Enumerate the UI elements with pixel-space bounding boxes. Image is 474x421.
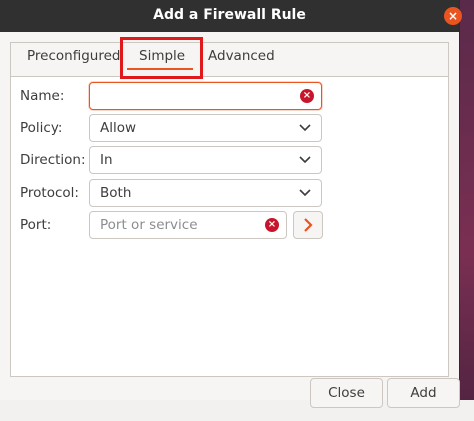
policy-label: Policy: <box>20 120 63 136</box>
simple-tab-highlight <box>120 37 203 79</box>
port-field[interactable]: Port or service × <box>89 211 287 239</box>
close-button[interactable]: Close <box>310 378 383 408</box>
direction-label: Direction: <box>20 152 86 168</box>
port-label: Port: <box>20 217 52 233</box>
name-label: Name: <box>20 88 65 104</box>
tab-preconfigured[interactable]: Preconfigured <box>27 48 120 64</box>
window-title: Add a Firewall Rule <box>153 7 306 23</box>
titlebar: Add a Firewall Rule <box>0 0 459 32</box>
port-go-button[interactable] <box>293 211 323 239</box>
chevron-right-icon <box>304 218 313 232</box>
close-icon[interactable]: × <box>444 7 462 25</box>
name-field[interactable]: × <box>89 82 322 110</box>
tab-advanced[interactable]: Advanced <box>208 48 275 64</box>
clear-icon[interactable]: × <box>300 89 314 103</box>
policy-dropdown[interactable]: Allow <box>89 114 322 142</box>
add-button[interactable]: Add <box>387 378 460 408</box>
chevron-down-icon <box>299 156 311 164</box>
protocol-label: Protocol: <box>20 185 79 201</box>
protocol-value: Both <box>100 185 132 201</box>
clear-icon[interactable]: × <box>265 218 279 232</box>
chevron-down-icon <box>299 124 311 132</box>
protocol-dropdown[interactable]: Both <box>89 179 322 207</box>
port-placeholder[interactable]: Port or service <box>100 217 198 233</box>
tab-bar: Preconfigured Simple Advanced <box>11 43 448 77</box>
policy-value: Allow <box>100 120 137 136</box>
direction-value: In <box>100 152 113 168</box>
firewall-rule-dialog: Add a Firewall Rule Preconfigured Simple… <box>0 0 460 408</box>
desktop-background <box>459 0 474 421</box>
direction-dropdown[interactable]: In <box>89 146 322 174</box>
chevron-down-icon <box>299 189 311 197</box>
